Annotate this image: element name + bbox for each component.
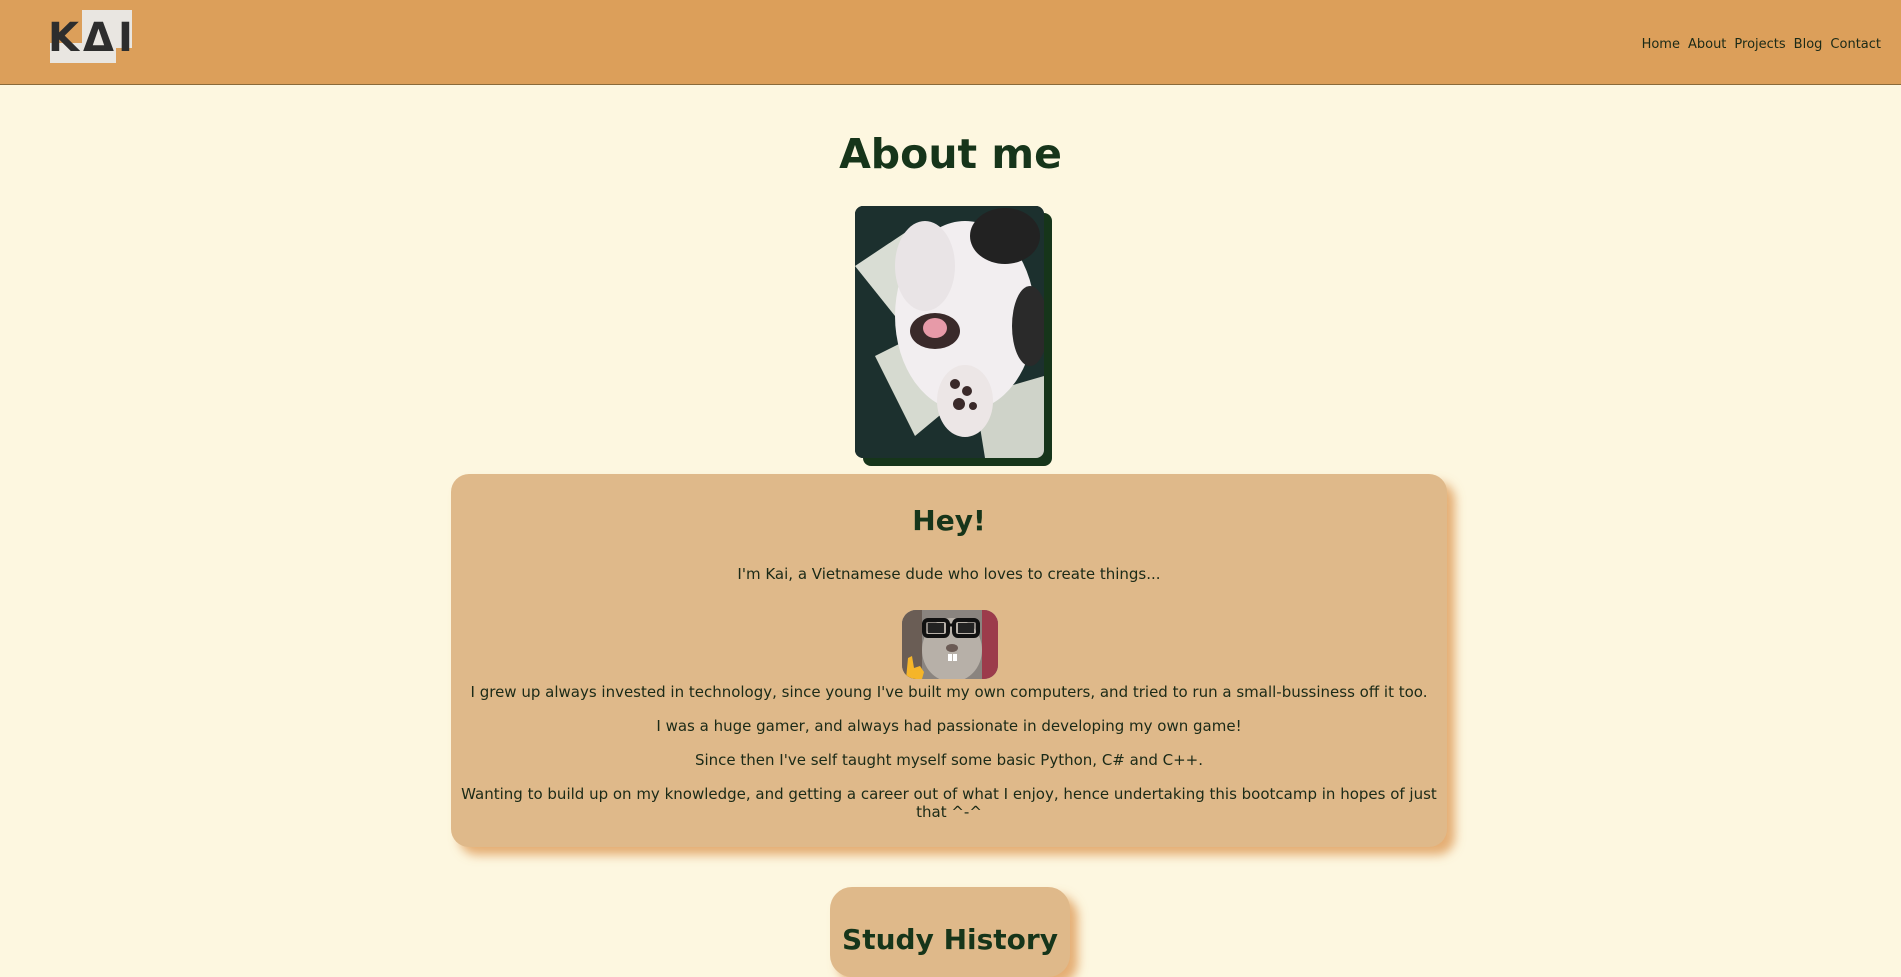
paragraph-languages: Since then I've self taught myself some …: [694, 751, 1204, 769]
card-title: Hey!: [912, 504, 986, 537]
main-nav: Home About Projects Blog Contact: [1642, 37, 1881, 52]
intro-text: I'm Kai, a Vietnamese dude who loves to …: [737, 565, 1161, 583]
profile-photo-cat: [855, 206, 1044, 458]
nav-projects[interactable]: Projects: [1734, 37, 1785, 52]
page-title: About me: [839, 130, 1062, 178]
nav-about[interactable]: About: [1688, 37, 1726, 52]
nav-contact[interactable]: Contact: [1830, 37, 1881, 52]
kai-logo[interactable]: KΔI: [48, 10, 136, 65]
paragraph-bootcamp: Wanting to build up on my knowledge, and…: [461, 785, 1437, 821]
nerd-cat-illustration: [902, 610, 998, 679]
site-header: KΔI Home About Projects Blog Contact: [0, 0, 1901, 85]
logo-text: KΔI: [48, 15, 137, 61]
nav-blog[interactable]: Blog: [1794, 37, 1823, 52]
paragraph-gamer: I was a huge gamer, and always had passi…: [656, 717, 1242, 735]
nav-home[interactable]: Home: [1642, 37, 1680, 52]
nerd-cat-meme-image: [902, 610, 998, 679]
study-history-title: Study History: [842, 923, 1058, 956]
study-history-card: Study History: [830, 887, 1070, 977]
about-card: Hey! I'm Kai, a Vietnamese dude who love…: [451, 474, 1447, 847]
paragraph-tech: I grew up always invested in technology,…: [470, 683, 1428, 701]
cat-photo-illustration: [855, 206, 1044, 458]
